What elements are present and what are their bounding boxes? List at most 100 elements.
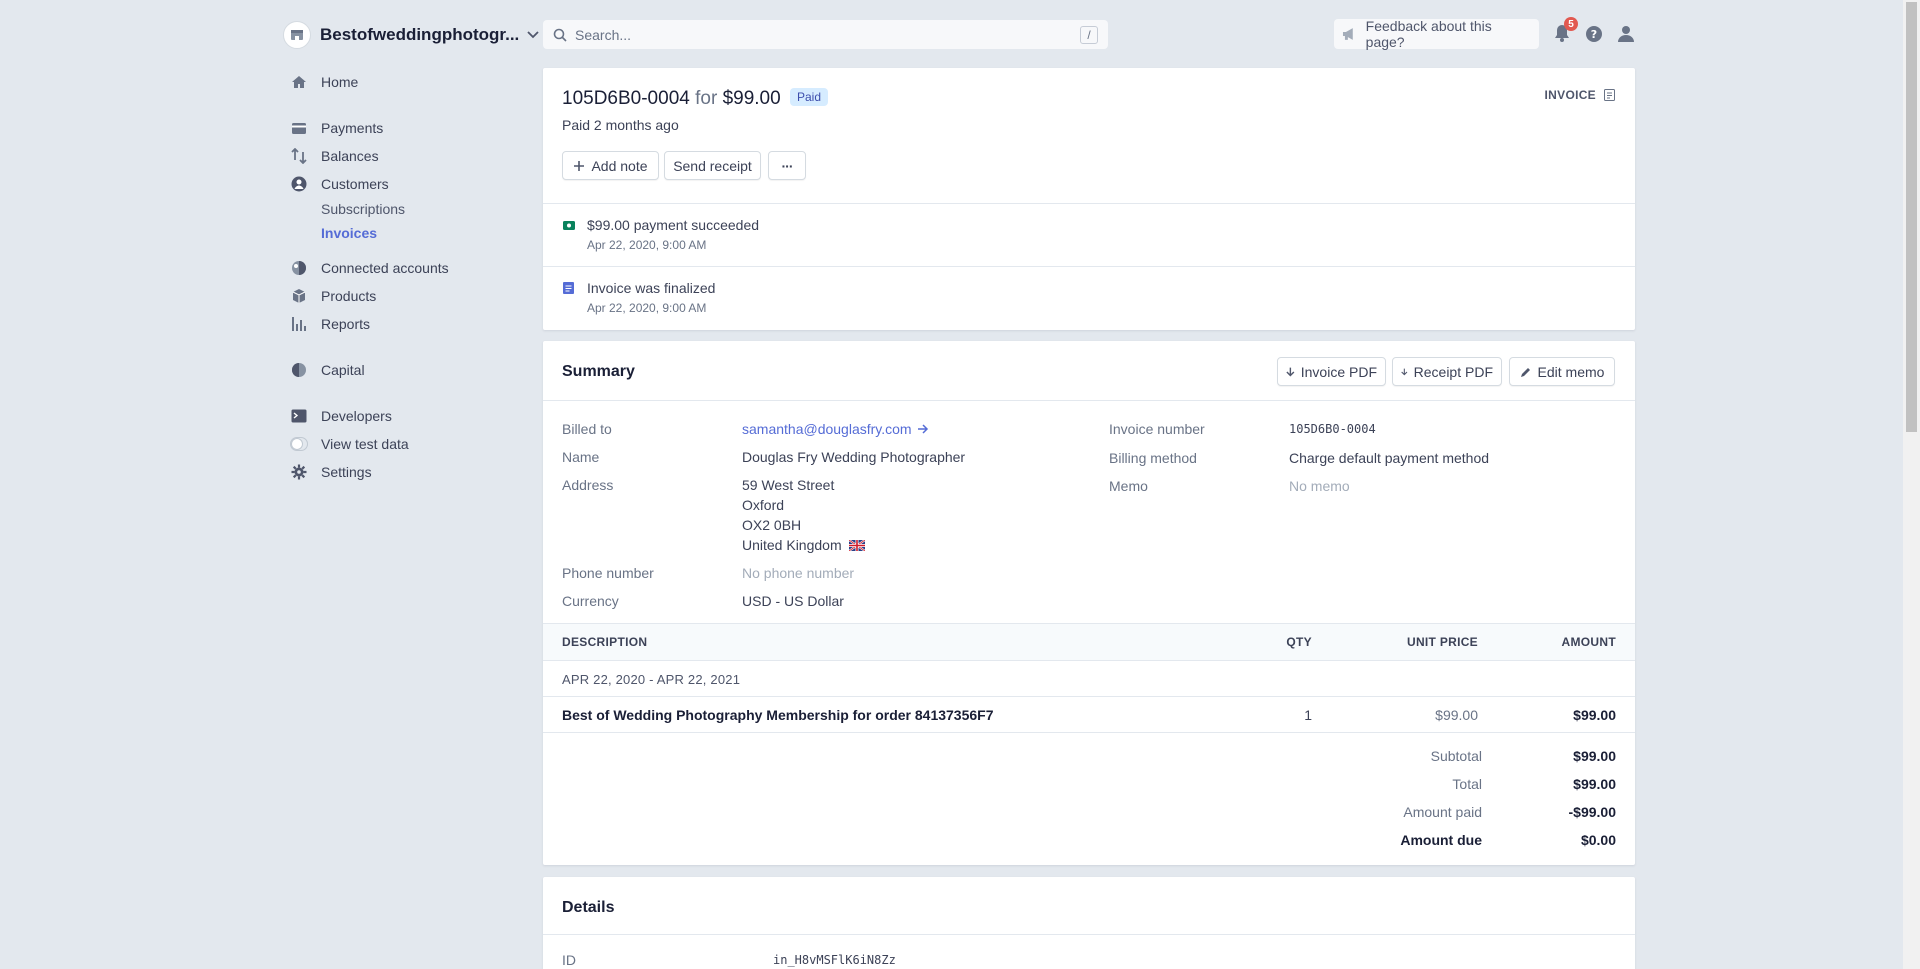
sidebar-label: Payments [321,120,384,136]
timeline-time: Apr 22, 2020, 9:00 AM [587,301,707,315]
megaphone-icon [1342,28,1353,40]
sidebar-label: View test data [321,436,409,452]
plus-icon [574,160,585,171]
line-item-qty: 1 [1304,707,1312,723]
memo-value: No memo [1289,478,1350,494]
details-card: Details ID in_H8vMSFlK6iN8Zz [543,877,1635,969]
invoice-type-text: INVOICE [1544,88,1596,102]
chevron-down-icon [527,31,539,39]
line-item-amount: $99.00 [1573,707,1616,723]
sidebar-item-reports[interactable]: Reports [290,313,370,335]
toggle-switch[interactable] [290,437,308,451]
reports-icon [290,315,308,333]
address-country: United Kingdom [742,537,865,553]
sidebar-item-capital[interactable]: Capital [290,359,365,381]
billed-to-email: samantha@douglasfry.com [742,421,912,437]
subtotal-label: Subtotal [1430,748,1482,764]
search-shortcut-hint: / [1080,25,1098,44]
account-switcher[interactable]: Bestofweddingphotogr... [283,20,539,50]
timeline-title: Invoice was finalized [587,280,716,296]
svg-text:?: ? [1591,28,1597,41]
view-test-data-toggle[interactable]: View test data [290,433,409,455]
uk-flag-icon [848,539,865,551]
invoice-header-card: 105D6B0-0004 for $99.00 Paid Paid 2 mont… [543,68,1635,330]
store-icon [283,21,311,49]
more-actions-button[interactable]: ··· [768,151,806,180]
add-note-button[interactable]: Add note [562,151,659,180]
memo-label: Memo [1109,478,1148,494]
column-header-amount: AMOUNT [1561,635,1616,649]
sidebar-item-customers[interactable]: Customers [290,173,389,195]
amount-due-value: $0.00 [1580,832,1616,848]
account-name: Bestofweddingphotogr... [320,25,520,44]
page-scrollbar[interactable] [1903,0,1920,969]
connected-accounts-icon [290,259,308,277]
receipt-pdf-button[interactable]: Receipt PDF [1392,357,1502,386]
capital-icon [290,361,308,379]
billed-to-link[interactable]: samantha@douglasfry.com [742,421,929,437]
sidebar-item-payments[interactable]: Payments [290,117,383,139]
payments-icon [290,119,308,137]
line-item-description: Best of Wedding Photography Membership f… [562,707,994,723]
sidebar-item-developers[interactable]: Developers [290,405,392,427]
arrow-right-icon [917,424,928,434]
sidebar-item-home[interactable]: Home [290,71,358,93]
amount-paid-label: Amount paid [1403,804,1482,820]
notification-count-badge: 5 [1564,17,1578,31]
send-receipt-button[interactable]: Send receipt [664,151,761,180]
edit-memo-label: Edit memo [1537,363,1605,380]
sidebar-label: Customers [321,176,389,192]
scrollbar-thumb[interactable] [1906,2,1917,432]
search-input[interactable] [575,26,1080,43]
sidebar-label: Developers [321,408,392,424]
amount-due-label: Amount due [1400,832,1482,848]
terminal-icon [290,407,308,425]
column-header-qty: QTY [1286,635,1312,649]
line-items-header: DESCRIPTION QTY UNIT PRICE AMOUNT [543,623,1635,661]
invoice-icon [1604,89,1615,101]
search-icon [553,28,567,42]
sidebar-label: Products [321,288,377,304]
column-header-unit-price: UNIT PRICE [1406,635,1478,649]
invoice-pdf-button[interactable]: Invoice PDF [1277,357,1386,386]
receipt-pdf-label: Receipt PDF [1413,363,1493,380]
sidebar-item-invoices[interactable]: Invoices [321,225,377,241]
phone-label: Phone number [562,565,654,581]
invoice-title: 105D6B0-0004 for $99.00 Paid [562,88,829,110]
timeline-title: $99.00 payment succeeded [587,217,760,233]
edit-memo-button[interactable]: Edit memo [1509,357,1615,386]
sidebar-item-balances[interactable]: Balances [290,145,379,167]
total-value: $99.00 [1573,776,1616,792]
status-badge: Paid [789,88,829,106]
timeline-time: Apr 22, 2020, 9:00 AM [587,238,707,252]
user-icon [1618,26,1634,42]
invoice-number-label: Invoice number [1109,421,1205,437]
feedback-button[interactable]: Feedback about this page? [1334,18,1539,50]
invoice-number-value: 105D6B0-0004 [1289,422,1376,436]
account-menu-button[interactable] [1617,25,1635,46]
sidebar-item-products[interactable]: Products [290,285,376,307]
sidebar-label: Settings [321,464,372,480]
invoice-id-value: in_H8vMSFlK6iN8Zz [773,953,896,967]
feedback-label: Feedback about this page? [1365,18,1492,50]
invoice-for-word: for [695,88,718,109]
help-icon: ? [1586,26,1602,42]
sidebar-label: Capital [321,362,365,378]
sidebar-label: Reports [321,316,371,332]
subtotal-value: $99.00 [1573,748,1616,764]
invoice-number: 105D6B0-0004 [562,88,690,109]
summary-card: Summary Invoice PDF Receipt PDF Edit mem… [543,341,1635,865]
customers-icon [290,175,308,193]
address-line: United Kingdom [742,537,842,553]
download-icon [1286,367,1295,376]
sidebar-label: Connected accounts [321,260,449,276]
phone-value: No phone number [742,565,855,581]
sidebar-item-subscriptions[interactable]: Subscriptions [321,201,405,217]
billing-method-label: Billing method [1109,450,1197,466]
billing-method-value: Charge default payment method [1289,450,1490,466]
help-button[interactable]: ? [1586,26,1602,45]
search-bar[interactable]: / [543,20,1108,49]
sidebar-item-settings[interactable]: Settings [290,461,372,483]
sidebar-label: Balances [321,148,379,164]
sidebar-item-connected-accounts[interactable]: Connected accounts [290,257,449,279]
